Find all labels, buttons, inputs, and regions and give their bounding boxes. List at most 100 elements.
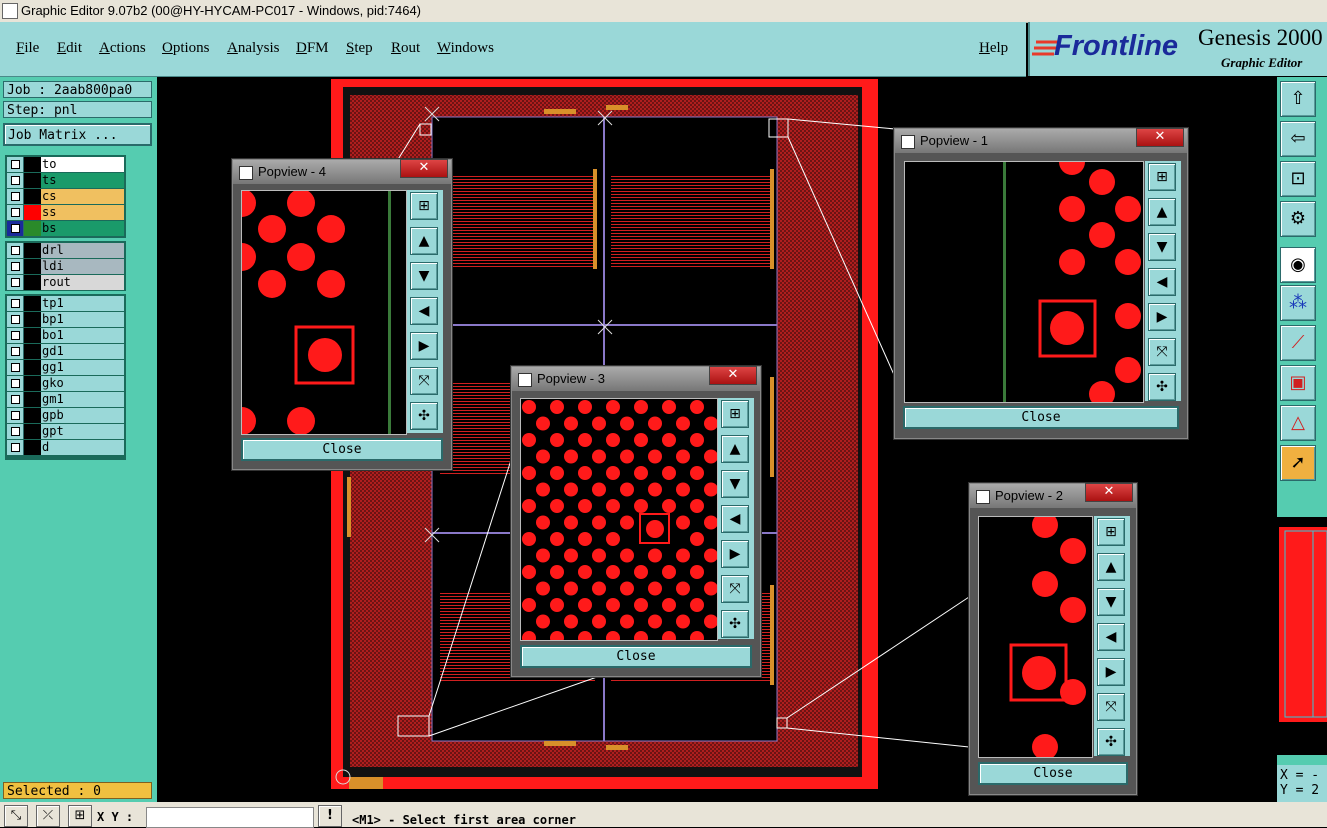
zoom-in-icon[interactable]: ⤧ <box>1097 693 1125 721</box>
layer-row-ss[interactable]: ss <box>7 205 124 220</box>
pan-right-icon[interactable]: ▶ <box>1148 303 1176 331</box>
layer-checkbox[interactable] <box>7 408 24 423</box>
net-icon[interactable]: ⁂ <box>1280 285 1316 321</box>
pan-up-icon[interactable]: ▲ <box>1148 198 1176 226</box>
pan-right-icon[interactable]: ▶ <box>721 540 749 568</box>
snap-toggle-icon[interactable]: ⤫ <box>36 805 60 827</box>
popview-2-window[interactable]: Popview - 2 ✕ ⊞ ▲ ▼ ◀ ▶ ⤧ ✣ Close <box>969 483 1137 795</box>
menu-options[interactable]: Options <box>162 40 210 57</box>
zoom-fit-icon[interactable]: ⊞ <box>410 192 438 220</box>
zoom-out-icon[interactable]: ✣ <box>721 610 749 638</box>
layer-row-bo1[interactable]: bo1 <box>7 328 124 343</box>
layer-checkbox[interactable] <box>7 376 24 391</box>
pan-left-icon[interactable]: ◀ <box>1097 623 1125 651</box>
layer-row-gd1[interactable]: gd1 <box>7 344 124 359</box>
pan-right-icon[interactable]: ▶ <box>1097 658 1125 686</box>
layer-checkbox[interactable] <box>7 205 24 220</box>
layer-row-ts[interactable]: ts <box>7 173 124 188</box>
menu-actions[interactable]: Actions <box>99 40 146 57</box>
layer-checkbox[interactable] <box>7 173 24 188</box>
overview-map[interactable] <box>1277 517 1327 755</box>
popview-close-button[interactable]: Close <box>903 406 1179 429</box>
zoom-fit-icon[interactable]: ⊞ <box>1148 163 1176 191</box>
feature-select-icon[interactable]: ◉ <box>1280 247 1316 283</box>
pan-icon[interactable]: ⇦ <box>1280 121 1316 157</box>
popview-close-button[interactable]: Close <box>978 762 1128 785</box>
layer-checkbox[interactable] <box>7 189 24 204</box>
layer-checkbox[interactable] <box>7 221 24 236</box>
popview-view[interactable] <box>978 516 1093 758</box>
zoom-out-icon[interactable]: ✣ <box>1097 728 1125 756</box>
layer-checkbox[interactable] <box>7 424 24 439</box>
measure-icon[interactable]: ⟋ <box>1280 325 1316 361</box>
zoom-fit-icon[interactable]: ⊡ <box>1280 161 1316 197</box>
close-icon[interactable]: ✕ <box>1136 128 1184 147</box>
popview-view[interactable] <box>241 190 407 435</box>
pan-up-icon[interactable]: ▲ <box>410 227 438 255</box>
zoom-in-icon[interactable]: ⤧ <box>410 367 438 395</box>
menu-edit[interactable]: Edit <box>57 40 82 57</box>
layer-row-gg1[interactable]: gg1 <box>7 360 124 375</box>
layer-row-bp1[interactable]: bp1 <box>7 312 124 327</box>
pan-left-icon[interactable]: ◀ <box>1148 268 1176 296</box>
zoom-fit-icon[interactable]: ⊞ <box>1097 518 1125 546</box>
popview-close-button[interactable]: Close <box>241 438 443 461</box>
layer-checkbox[interactable] <box>7 312 24 327</box>
pan-down-icon[interactable]: ▼ <box>721 470 749 498</box>
layer-checkbox[interactable] <box>7 243 24 258</box>
layer-checkbox[interactable] <box>7 157 24 172</box>
close-icon[interactable]: ✕ <box>709 366 757 385</box>
home-icon[interactable]: ⇧ <box>1280 81 1316 117</box>
layer-checkbox[interactable] <box>7 275 24 290</box>
grid-toggle-icon[interactable]: ⊞ <box>68 805 92 827</box>
close-icon[interactable]: ✕ <box>400 159 448 178</box>
pan-down-icon[interactable]: ▼ <box>1148 233 1176 261</box>
layer-row-gpb[interactable]: gpb <box>7 408 124 423</box>
layer-row-ldi[interactable]: ldi <box>7 259 124 274</box>
layer-row-drl[interactable]: drl <box>7 243 124 258</box>
layer-row-tp1[interactable]: tp1 <box>7 296 124 311</box>
pan-up-icon[interactable]: ▲ <box>1097 553 1125 581</box>
layer-checkbox[interactable] <box>7 296 24 311</box>
close-icon[interactable]: ✕ <box>1085 483 1133 502</box>
layer-row-gm1[interactable]: gm1 <box>7 392 124 407</box>
zoom-out-icon[interactable]: ✣ <box>1148 373 1176 401</box>
menu-windows[interactable]: Windows <box>437 40 494 57</box>
layer-checkbox[interactable] <box>7 259 24 274</box>
pointer-icon[interactable]: ➚ <box>1280 445 1316 481</box>
pan-down-icon[interactable]: ▼ <box>1097 588 1125 616</box>
layer-checkbox[interactable] <box>7 328 24 343</box>
layer-checkbox[interactable] <box>7 344 24 359</box>
zoom-in-icon[interactable]: ⤧ <box>721 575 749 603</box>
menu-help[interactable]: Help <box>979 40 1008 57</box>
layer-row-gpt[interactable]: gpt <box>7 424 124 439</box>
layer-row-rout[interactable]: rout <box>7 275 124 290</box>
layer-row-to[interactable]: to <box>7 157 124 172</box>
drc-icon[interactable]: △ <box>1280 405 1316 441</box>
menu-dfm[interactable]: DFM <box>296 40 329 57</box>
layer-checkbox[interactable] <box>7 360 24 375</box>
highlight-icon[interactable]: ▣ <box>1280 365 1316 401</box>
pan-left-icon[interactable]: ◀ <box>721 505 749 533</box>
pan-up-icon[interactable]: ▲ <box>721 435 749 463</box>
popview-view[interactable] <box>904 161 1144 403</box>
layer-row-cs[interactable]: cs <box>7 189 124 204</box>
xy-input[interactable] <box>146 807 314 828</box>
snap-icon[interactable]: ⚙ <box>1280 201 1316 237</box>
pan-right-icon[interactable]: ▶ <box>410 332 438 360</box>
popview-1-window[interactable]: Popview - 1 ✕ ⊞ ▲ ▼ ◀ ▶ ⤧ ✣ Close <box>894 128 1188 439</box>
alert-icon[interactable]: ! <box>318 805 342 827</box>
layer-row-bs[interactable]: bs <box>7 221 124 236</box>
job-matrix-button[interactable]: Job Matrix ... <box>3 123 152 146</box>
layer-checkbox[interactable] <box>7 440 24 455</box>
zoom-in-icon[interactable]: ⤧ <box>1148 338 1176 366</box>
popview-4-window[interactable]: Popview - 4 ✕ ⊞ ▲ ▼ ◀ ▶ ⤧ ✣ Close <box>232 159 452 470</box>
menu-rout[interactable]: Rout <box>391 40 420 57</box>
menu-file[interactable]: File <box>16 40 39 57</box>
popview-close-button[interactable]: Close <box>520 645 752 668</box>
zoom-window-icon[interactable]: ⤡ <box>4 805 28 827</box>
pan-down-icon[interactable]: ▼ <box>410 262 438 290</box>
zoom-out-icon[interactable]: ✣ <box>410 402 438 430</box>
layer-row-d[interactable]: d <box>7 440 124 455</box>
popview-view[interactable] <box>520 398 718 641</box>
